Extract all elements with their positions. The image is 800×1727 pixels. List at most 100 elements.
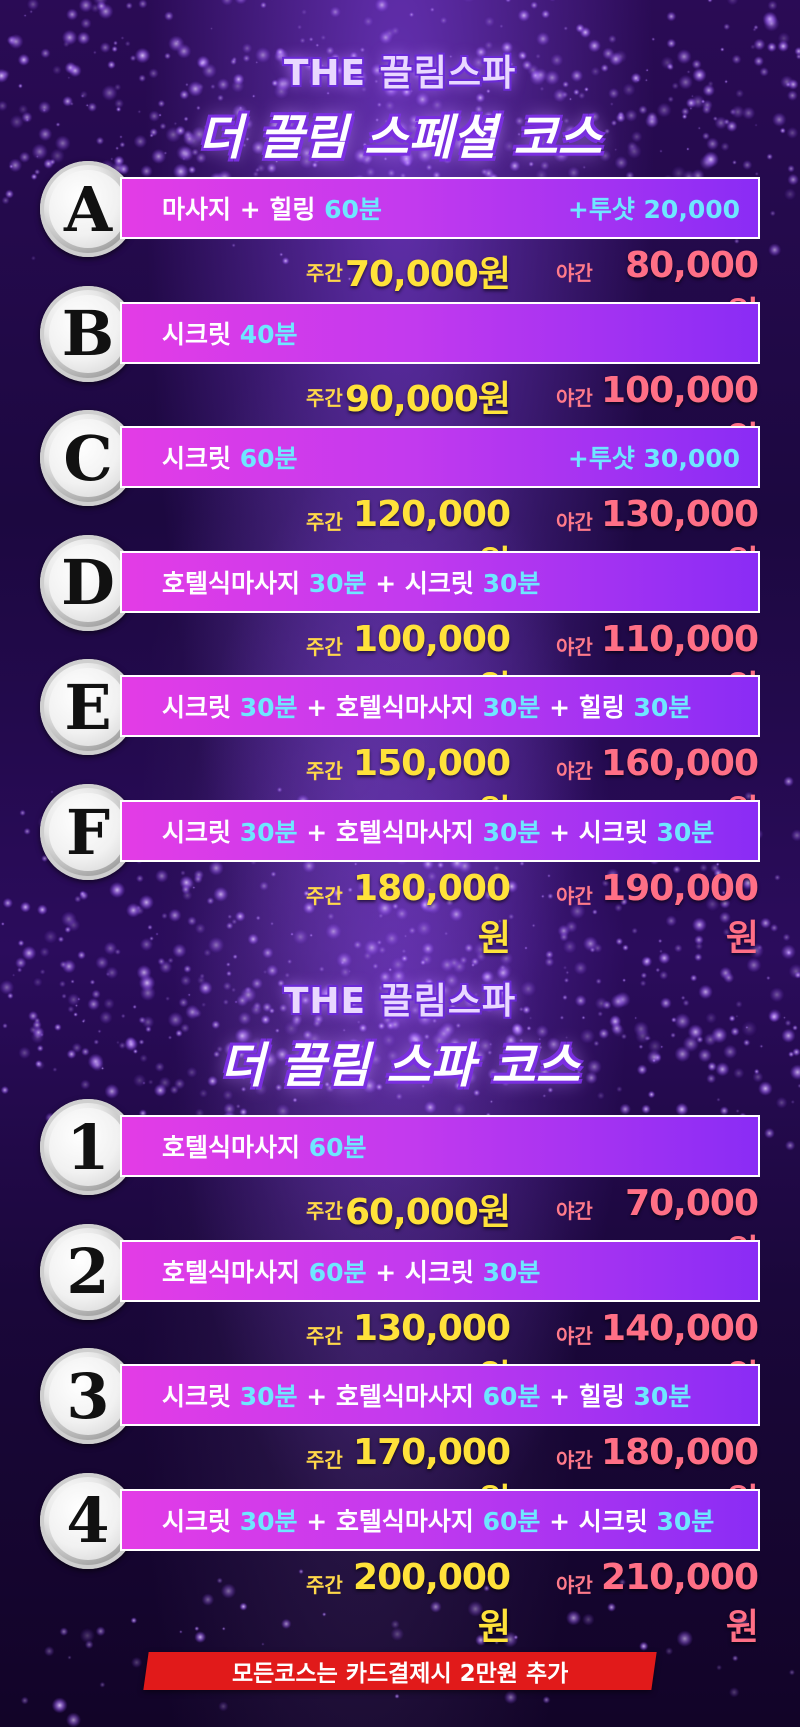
- duration-text: 30분: [656, 818, 715, 847]
- service-text: 시크릿: [162, 818, 240, 847]
- brand-title: THE 끌림스파: [283, 981, 517, 1022]
- service-text: 시크릿: [162, 444, 240, 474]
- section-2-header: THE 끌림스파 더 끌림 스파 코스: [0, 972, 800, 1096]
- night-label: 야간: [556, 759, 593, 784]
- duration-text: 40분: [239, 319, 298, 349]
- course-description: 시크릿 30분 + 호텔식마사지 60분 + 힐링 30분: [162, 1377, 740, 1413]
- night-label: 야간: [556, 1323, 593, 1348]
- duration-text: 30분: [239, 818, 298, 847]
- day-label: 주간: [306, 884, 343, 908]
- day-label: 주간: [306, 261, 343, 285]
- duration-text: 60분: [482, 1382, 541, 1412]
- course-row: 4 시크릿 30분 + 호텔식마사지 60분 + 시크릿 30분주간 200,000…: [0, 1472, 800, 1648]
- badge-letter: 3: [49, 1357, 127, 1436]
- night-price: 210,000원: [601, 1556, 759, 1648]
- day-label: 주간: [306, 1448, 343, 1473]
- duration-text: 30분: [239, 693, 298, 723]
- price-row: 주간100,000원야간110,000원: [0, 619, 800, 710]
- service-text: + 시크릿: [540, 818, 657, 847]
- footer-note: 모든코스는 카드결제시 2만원 추가: [231, 1661, 569, 1687]
- course-bar: 마사지 + 힐링 60분 +투샷 20,000: [120, 177, 760, 239]
- section-1-header: THE 끌림스파 더 끌림 스페셜 코스: [0, 44, 800, 168]
- duration-text: 60분: [308, 1257, 367, 1287]
- brand-title: THE 끌림스파: [283, 53, 517, 94]
- course-bar: 시크릿 30분 + 호텔식마사지 60분 + 시크릿 30분: [120, 1488, 760, 1551]
- service-text: 시크릿: [162, 1506, 240, 1536]
- course-description: 호텔식마사지 60분 + 시크릿 30분: [162, 1253, 740, 1289]
- price-row: 주간120,000원야간130,000원: [0, 494, 800, 585]
- duration-text: 60분: [324, 195, 382, 224]
- service-text: 마사지 + 힐링: [162, 195, 325, 224]
- course-description: 호텔식마사지 60분: [162, 1128, 740, 1164]
- duration-text: 30분: [482, 568, 541, 598]
- price-row: 주간60,000원야간70,000원: [0, 1183, 800, 1274]
- badge-letter: D: [49, 543, 127, 622]
- badge-letter: A: [49, 170, 127, 248]
- service-text: + 호텔식마사지: [297, 1506, 483, 1536]
- badge-letter: B: [49, 294, 127, 373]
- night-label: 야간: [556, 1199, 593, 1223]
- course-description: 시크릿 30분 + 호텔식마사지 30분 + 시크릿 30분: [162, 813, 740, 849]
- day-price: 200,000원: [353, 1556, 511, 1648]
- night-label: 야간: [556, 385, 593, 410]
- service-text: + 시크릿: [540, 1506, 657, 1536]
- service-text: 시크릿: [162, 319, 240, 349]
- course-description: 시크릿 60분: [162, 439, 568, 475]
- day-label: 주간: [306, 634, 343, 659]
- course-row: C시크릿 60분+투샷 30,000주간120,000원야간130,000원: [0, 410, 800, 585]
- night-label: 야간: [556, 1572, 593, 1597]
- badge-letter: 1: [49, 1108, 127, 1186]
- section-heading: 더 끌림 스페셜 코스: [198, 110, 602, 166]
- course-row: A 마사지 + 힐링 60분 +투샷 20,000 주간 70,000원 야간 80,000…: [0, 161, 800, 336]
- duration-text: 30분: [633, 1382, 692, 1412]
- badge-letter: 4: [49, 1481, 127, 1560]
- course-bar: 시크릿 40분: [120, 301, 760, 364]
- service-text: + 호텔식마사지: [297, 693, 483, 723]
- service-text: 시크릿: [162, 693, 240, 723]
- day-price: 180,000원: [353, 868, 511, 959]
- price-row: 주간70,000원야간80,000원: [0, 245, 800, 336]
- badge-letter: E: [49, 668, 127, 747]
- price-row: 주간 200,000원 야간 210,000원: [0, 1557, 800, 1648]
- badge-letter: C: [49, 419, 127, 498]
- course-description: 마사지 + 힐링 60분: [162, 190, 568, 226]
- night-price: 190,000원: [601, 868, 759, 959]
- night-label: 야간: [556, 634, 593, 659]
- course-row: 3 시크릿 30분 + 호텔식마사지 60분 + 힐링 30분주간170,000원…: [0, 1348, 800, 1523]
- price-row: 주간170,000원야간180,000원: [0, 1432, 800, 1523]
- service-text: + 호텔식마사지: [297, 1382, 483, 1412]
- card-surcharge-banner: 모든코스는 카드결제시 2만원 추가: [143, 1652, 657, 1690]
- day-label: 주간: [306, 1199, 343, 1223]
- service-text: 호텔식마사지: [162, 1133, 309, 1162]
- duration-text: 30분: [633, 693, 692, 723]
- service-text: + 힐링: [540, 693, 634, 723]
- duration-text: 30분: [308, 568, 367, 598]
- day-label: 주간: [306, 510, 343, 535]
- course-bar: 시크릿 60분 +투샷 30,000: [120, 426, 760, 489]
- extra-option: +투샷 30,000: [567, 444, 740, 474]
- course-description: 시크릿 30분 + 호텔식마사지 30분 + 힐링 30분: [162, 688, 740, 724]
- course-bar: 호텔식마사지 60분 + 시크릿 30분: [120, 1239, 760, 1302]
- course-row: 2 호텔식마사지 60분 + 시크릿 30분주간130,000원야간140,000…: [0, 1223, 800, 1399]
- service-text: 호텔식마사지: [162, 1257, 309, 1287]
- duration-text: 60분: [239, 444, 298, 474]
- course-bar: 호텔식마사지 60분: [120, 1115, 760, 1177]
- price-row: 주간 180,000원 야간 190,000원: [0, 868, 800, 959]
- service-text: + 시크릿: [366, 568, 483, 598]
- course-description: 시크릿 40분: [162, 315, 740, 351]
- duration-text: 30분: [482, 818, 541, 847]
- day-label: 주간: [306, 1572, 343, 1597]
- night-label: 야간: [556, 510, 593, 535]
- section-heading: 더 끌림 스파 코스: [220, 1038, 580, 1094]
- service-text: + 시크릿: [366, 1257, 483, 1287]
- course-row: B 시크릿 40분주간90,000원야간100,000원: [0, 285, 800, 461]
- service-text: 시크릿: [162, 1382, 240, 1412]
- course-description: 시크릿 30분 + 호텔식마사지 60분 + 시크릿 30분: [162, 1502, 740, 1538]
- service-text: + 힐링: [540, 1382, 634, 1412]
- course-row: 1 호텔식마사지 60분주간60,000원야간70,000원: [0, 1099, 800, 1274]
- duration-text: 30분: [482, 1257, 541, 1287]
- duration-text: 30분: [239, 1506, 298, 1536]
- course-bar: 시크릿 30분 + 호텔식마사지 30분 + 힐링 30분: [120, 675, 760, 738]
- badge-letter: F: [49, 793, 127, 871]
- course-row: D 호텔식마사지 30분 + 시크릿 30분주간100,000원야간110,000…: [0, 534, 800, 710]
